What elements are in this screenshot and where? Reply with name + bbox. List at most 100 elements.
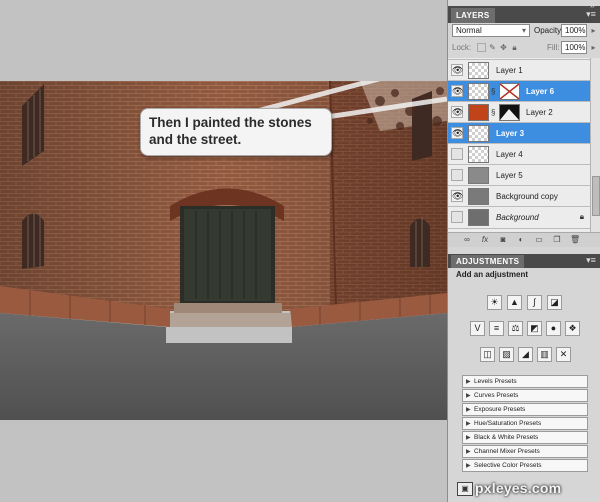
- layer-name[interactable]: Layer 4: [496, 148, 523, 161]
- eye-icon[interactable]: [451, 211, 463, 223]
- layer-name[interactable]: Layer 1: [496, 64, 523, 77]
- preset-levels[interactable]: ▶ Levels Presets: [462, 375, 588, 388]
- lock-all-icon[interactable]: 🔒︎: [510, 43, 519, 52]
- layer-row[interactable]: 👁︎ Layer 1: [448, 60, 590, 81]
- layer-name[interactable]: Layer 2: [526, 106, 553, 119]
- layer-row[interactable]: 👁︎ § Layer 6: [448, 81, 590, 102]
- adjustments-heading: Add an adjustment: [456, 270, 529, 279]
- preset-selective-color[interactable]: ▶ Selective Color Presets: [462, 459, 588, 472]
- layer-name[interactable]: Layer 6: [526, 85, 554, 98]
- mask-cross-icon: [499, 83, 520, 100]
- lock-transparency-icon[interactable]: [477, 43, 486, 52]
- layer-style-icon[interactable]: fx: [480, 235, 490, 245]
- blend-mode-select[interactable]: Normal: [452, 24, 530, 37]
- layer-name[interactable]: Layer 5: [496, 169, 523, 182]
- link-icon[interactable]: §: [491, 108, 495, 117]
- posterize-icon[interactable]: ▨: [499, 347, 514, 362]
- scrollbar-thumb[interactable]: [592, 176, 600, 216]
- layer-name[interactable]: Background copy: [496, 190, 558, 203]
- eye-icon[interactable]: 👁︎: [451, 127, 463, 139]
- lock-pixels-icon[interactable]: ✎: [488, 43, 497, 52]
- fill-label: Fill:: [547, 43, 560, 52]
- link-layers-icon[interactable]: ∞: [462, 235, 472, 245]
- invert-icon[interactable]: ◫: [480, 347, 495, 362]
- preset-exposure[interactable]: ▶ Exposure Presets: [462, 403, 588, 416]
- layer-row[interactable]: Background 🔒︎: [448, 207, 590, 229]
- preset-hue-saturation[interactable]: ▶ Hue/Saturation Presets: [462, 417, 588, 430]
- expand-arrow-icon: ▶: [466, 449, 471, 455]
- brightness-contrast-icon[interactable]: ☀: [487, 295, 502, 310]
- selective-color-icon[interactable]: ✕: [556, 347, 571, 362]
- lock-position-icon[interactable]: ✥: [499, 43, 508, 52]
- layer-thumbnail: [468, 146, 489, 163]
- layer-thumbnail: [468, 209, 489, 226]
- watermark: pxleyes.com: [475, 480, 562, 496]
- layer-thumbnail: [468, 125, 489, 142]
- hue-saturation-icon[interactable]: ≡: [489, 321, 504, 336]
- expand-arrow-icon: ▶: [466, 435, 471, 441]
- adjustment-presets-list: ▶ Levels Presets ▶ Curves Presets ▶ Exposur…: [462, 375, 588, 478]
- levels-icon[interactable]: ▲: [507, 295, 522, 310]
- panel-dock: LAYERS ▾≡ » Normal ▾ Opacity: 100% ▸ Loc…: [447, 0, 600, 502]
- panel-menu-icon[interactable]: ▾≡: [585, 9, 597, 20]
- photo-filter-icon[interactable]: ●: [546, 321, 561, 336]
- layer-row[interactable]: Layer 4: [448, 144, 590, 165]
- expand-arrow-icon: ▶: [466, 407, 471, 413]
- tutorial-callout: Then I painted the stones and the street…: [140, 108, 332, 156]
- channel-mixer-icon[interactable]: ❖: [565, 321, 580, 336]
- preset-black-white[interactable]: ▶ Black & White Presets: [462, 431, 588, 444]
- layer-thumbnail: [468, 83, 489, 100]
- new-adjustment-icon[interactable]: ◐: [516, 235, 526, 245]
- layer-thumbnail: [468, 167, 489, 184]
- watermark-logo-icon: ▣: [457, 482, 473, 496]
- mask-cross-icon: [500, 109, 519, 120]
- opacity-dropdown-icon[interactable]: ▸: [589, 26, 598, 35]
- layer-row[interactable]: Layer 5: [448, 165, 590, 186]
- layer-row[interactable]: 👁︎ § Layer 2: [448, 102, 590, 123]
- callout-line-1: Then I painted the stones: [149, 115, 312, 130]
- lock-icon: 🔒︎: [579, 212, 584, 221]
- layer-mask-thumbnail[interactable]: [499, 104, 520, 121]
- opacity-field[interactable]: 100%: [561, 24, 587, 37]
- new-group-icon[interactable]: ▭: [534, 235, 544, 245]
- eye-icon[interactable]: [451, 169, 463, 181]
- preset-channel-mixer[interactable]: ▶ Channel Mixer Presets: [462, 445, 588, 458]
- eye-icon[interactable]: 👁︎: [451, 85, 463, 97]
- layer-name[interactable]: Layer 3: [496, 127, 524, 140]
- layer-thumbnail: [468, 104, 489, 121]
- add-mask-icon[interactable]: ◙: [498, 235, 508, 245]
- gradient-map-icon[interactable]: ▥: [537, 347, 552, 362]
- delete-layer-icon[interactable]: 🗑︎: [570, 235, 580, 245]
- preset-curves[interactable]: ▶ Curves Presets: [462, 389, 588, 402]
- eye-icon[interactable]: 👁︎: [451, 64, 463, 76]
- layers-tab-bar: LAYERS ▾≡: [448, 6, 600, 23]
- color-balance-icon[interactable]: ⚖: [508, 321, 523, 336]
- eye-icon[interactable]: 👁︎: [451, 106, 463, 118]
- new-layer-icon[interactable]: ❐: [552, 235, 562, 245]
- eye-icon[interactable]: [451, 148, 463, 160]
- panel-collapse-icon[interactable]: »: [590, 0, 595, 10]
- adjustments-tab-bar: ADJUSTMENTS ▾≡: [448, 254, 600, 268]
- chevron-down-icon: ▾: [521, 26, 526, 35]
- callout-line-2: and the street.: [149, 132, 242, 147]
- tab-layers[interactable]: LAYERS: [451, 8, 495, 23]
- curves-icon[interactable]: ∫: [527, 295, 542, 310]
- layer-row[interactable]: 👁︎ Background copy: [448, 186, 590, 207]
- fill-dropdown-icon[interactable]: ▸: [589, 43, 598, 52]
- lock-label: Lock:: [452, 43, 472, 52]
- layers-list[interactable]: 👁︎ Layer 1 👁︎ § Layer 6 👁︎ § Layer 2 👁︎: [448, 58, 590, 232]
- threshold-icon[interactable]: ◢: [518, 347, 533, 362]
- expand-arrow-icon: ▶: [466, 421, 471, 427]
- eye-icon[interactable]: 👁︎: [451, 190, 463, 202]
- layer-mask-thumbnail[interactable]: [499, 83, 520, 100]
- layer-row[interactable]: 👁︎ Layer 3: [448, 123, 590, 144]
- layer-name[interactable]: Background: [496, 211, 539, 224]
- adjustments-menu-icon[interactable]: ▾≡: [585, 255, 597, 266]
- layers-scrollbar[interactable]: [590, 58, 600, 232]
- exposure-icon[interactable]: ◪: [547, 295, 562, 310]
- vibrance-icon[interactable]: V: [470, 321, 485, 336]
- fill-field[interactable]: 100%: [561, 41, 587, 54]
- tab-adjustments[interactable]: ADJUSTMENTS: [451, 255, 525, 268]
- link-icon[interactable]: §: [491, 87, 495, 96]
- black-white-icon[interactable]: ◩: [527, 321, 542, 336]
